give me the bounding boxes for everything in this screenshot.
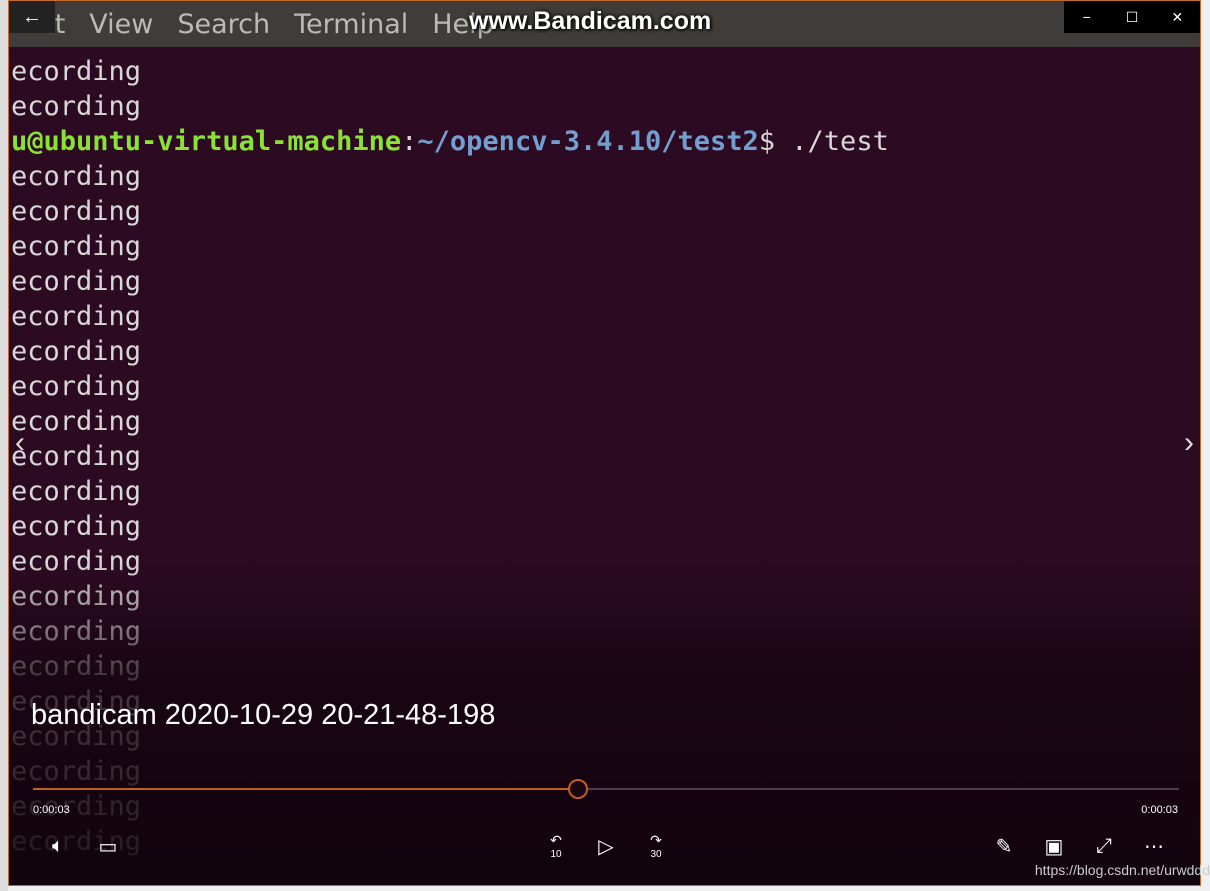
more-options-icon[interactable]: ⋯	[1139, 831, 1169, 861]
video-player-window: Edit View Search Terminal Help www.Bandi…	[8, 0, 1201, 886]
csdn-watermark: https://blog.csdn.net/urwddd	[1034, 862, 1210, 878]
terminal-line: ecording	[11, 196, 142, 227]
volume-icon[interactable]: 🔈︎	[43, 831, 73, 861]
skip-forward-button[interactable]: ↷ 30	[641, 831, 671, 861]
menu-view: View	[89, 8, 154, 40]
terminal-line: ecording	[11, 301, 142, 332]
captions-icon[interactable]: ▭	[93, 831, 123, 861]
skip-back-button[interactable]: ↶ 10	[541, 831, 571, 861]
duration-time: 0:00:03	[1141, 804, 1178, 816]
terminal-line: ecording	[11, 266, 142, 297]
terminal-line: ecording	[11, 406, 142, 437]
mini-view-icon[interactable]: ▣	[1039, 831, 1069, 861]
play-icon[interactable]: ▷	[591, 831, 621, 861]
terminal-line: ecording	[11, 371, 142, 402]
terminal-prompt: u@ubuntu-virtual-machine:~/opencv-3.4.10…	[11, 126, 889, 157]
background-window-edge	[0, 0, 8, 891]
video-title: bandicam 2020-10-29 20-21-48-198	[31, 699, 496, 731]
terminal-line: ecording	[11, 56, 142, 87]
bandicam-watermark: www.Bandicam.com	[469, 7, 712, 35]
terminal-line: ecording	[11, 476, 142, 507]
rewind-icon: ↶	[550, 832, 562, 848]
minimize-button[interactable]: −	[1064, 1, 1109, 33]
seek-bar-progress	[33, 788, 579, 790]
terminal-line: ecording	[11, 161, 142, 192]
back-button[interactable]: ←	[9, 1, 55, 33]
seek-bar[interactable]	[33, 779, 1179, 799]
terminal-line: ecording	[11, 441, 142, 472]
elapsed-time: 0:00:03	[33, 804, 70, 816]
fullscreen-icon[interactable]: ⤢	[1089, 831, 1119, 861]
terminal-line: ecording	[11, 231, 142, 262]
edit-pencil-icon[interactable]: ✎	[989, 831, 1019, 861]
next-arrow-icon[interactable]: ›	[1184, 426, 1194, 460]
forward-icon: ↷	[650, 832, 662, 848]
menu-search: Search	[177, 8, 271, 40]
previous-arrow-icon[interactable]: ‹	[15, 426, 25, 460]
terminal-line: ecording	[11, 511, 142, 542]
maximize-button[interactable]: ☐	[1109, 1, 1154, 33]
menu-terminal: Terminal	[294, 8, 409, 40]
terminal-line: ecording	[11, 91, 142, 122]
close-button[interactable]: ✕	[1155, 1, 1200, 33]
terminal-line: ecording	[11, 336, 142, 367]
